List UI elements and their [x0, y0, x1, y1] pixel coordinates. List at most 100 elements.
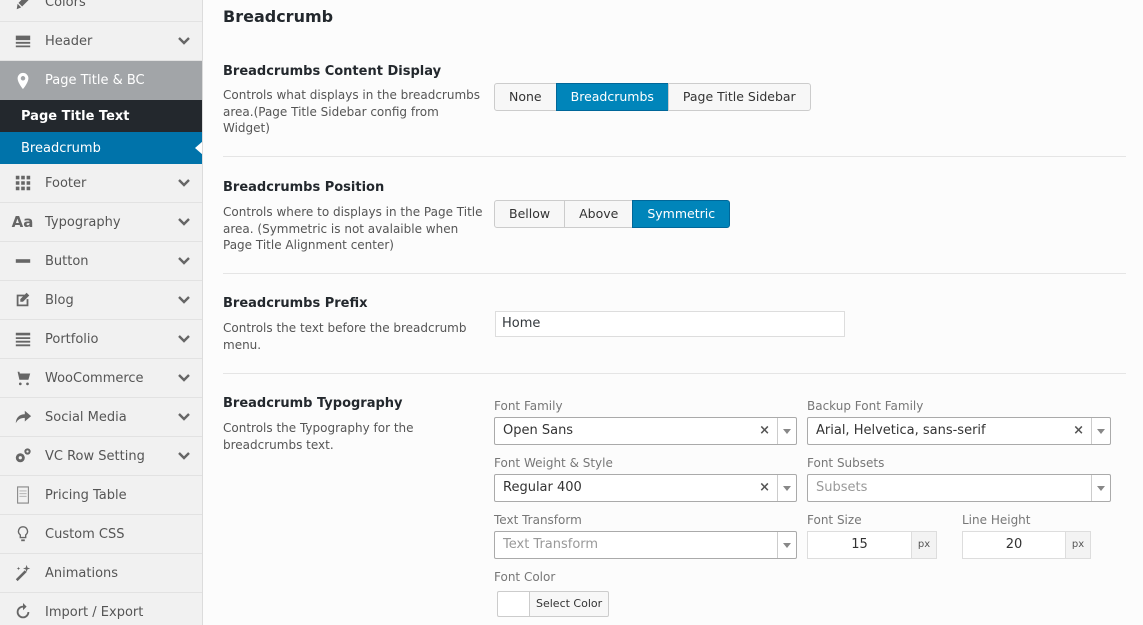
chevron-down-icon — [166, 449, 202, 463]
font-subsets-label: Font Subsets — [807, 456, 885, 470]
sidebar-item-colors[interactable]: Colors — [0, 0, 202, 22]
header-icon — [0, 32, 45, 50]
option-page-title-sidebar[interactable]: Page Title Sidebar — [667, 83, 811, 111]
sidebar-item-social-media[interactable]: Social Media — [0, 398, 202, 437]
sidebar-item-button[interactable]: Button — [0, 242, 202, 281]
option-breadcrumbs[interactable]: Breadcrumbs — [555, 83, 669, 111]
sidebar-item-portfolio[interactable]: Portfolio — [0, 320, 202, 359]
chevron-down-icon — [166, 176, 202, 190]
sidebar-item-label: Social Media — [45, 409, 127, 425]
section-prefix: Breadcrumbs Prefix Controls the text bef… — [223, 274, 1126, 374]
font-size-input[interactable]: 15 px — [807, 531, 937, 559]
chevron-down-icon — [166, 410, 202, 424]
share-icon — [0, 408, 45, 426]
font-color-label: Font Color — [494, 570, 556, 584]
line-height-value: 20 — [1005, 537, 1023, 552]
sidebar-item-import-export[interactable]: Import / Export — [0, 593, 202, 625]
dropdown-arrow-icon — [777, 418, 796, 444]
sidebar-item-blog[interactable]: Blog — [0, 281, 202, 320]
backup-font-value: Arial, Helvetica, sans-serif — [816, 423, 986, 438]
edit-icon — [0, 291, 45, 309]
sidebar-subitem-label: Breadcrumb — [21, 140, 101, 156]
sidebar-item-label: Typography — [45, 214, 121, 230]
font-weight-label: Font Weight & Style — [494, 456, 613, 470]
text-transform-select[interactable]: Text Transform — [494, 531, 797, 559]
sidebar-item-footer[interactable]: Footer — [0, 164, 202, 203]
sidebar-item-label: Colors — [45, 0, 86, 10]
sidebar-subitem-page-title-text[interactable]: Page Title Text — [0, 100, 202, 132]
sidebar-item-label: VC Row Setting — [45, 448, 145, 464]
section-description: Controls the Typography for the breadcru… — [223, 421, 414, 452]
font-family-label: Font Family — [494, 399, 563, 413]
position-button-group: Bellow Above Symmetric — [494, 200, 731, 228]
sidebar-item-label: Pricing Table — [45, 487, 127, 503]
sidebar-item-label: Portfolio — [45, 331, 99, 347]
page-title: Breadcrumb — [223, 7, 334, 26]
font-size-value: 15 — [851, 537, 868, 552]
sidebar: Colors Header Page Title & BC Page Title… — [0, 0, 203, 625]
option-above[interactable]: Above — [564, 200, 634, 228]
line-height-label: Line Height — [962, 513, 1031, 527]
text-transform-placeholder: Text Transform — [503, 537, 599, 552]
dropdown-arrow-icon — [777, 532, 796, 558]
sidebar-item-label: Import / Export — [45, 604, 144, 620]
option-none[interactable]: None — [494, 83, 557, 111]
gears-icon — [0, 447, 45, 465]
cart-icon — [0, 369, 45, 387]
prefix-input[interactable]: Home — [495, 311, 845, 337]
sidebar-item-label: Header — [45, 33, 93, 49]
chevron-down-icon — [166, 254, 202, 268]
option-symmetric[interactable]: Symmetric — [632, 200, 731, 228]
sidebar-item-animations[interactable]: Animations — [0, 554, 202, 593]
font-color-picker[interactable]: Select Color — [497, 591, 610, 617]
section-description: Controls what displays in the breadcrumb… — [223, 88, 481, 135]
section-title: Breadcrumbs Prefix — [223, 296, 368, 311]
dropdown-arrow-icon — [1091, 475, 1110, 501]
section-title: Breadcrumb Typography — [223, 396, 403, 411]
sidebar-item-woocommerce[interactable]: WooCommerce — [0, 359, 202, 398]
font-weight-select[interactable]: Regular 400 × — [494, 474, 797, 502]
font-family-value: Open Sans — [503, 423, 574, 438]
clear-icon[interactable]: × — [1073, 418, 1084, 444]
section-position: Breadcrumbs Position Controls where to d… — [223, 157, 1126, 274]
chevron-down-icon — [166, 34, 202, 48]
refresh-icon — [0, 603, 45, 621]
font-family-select[interactable]: Open Sans × — [494, 417, 797, 445]
sidebar-item-label: Animations — [45, 565, 119, 581]
section-description: Controls where to displays in the Page T… — [223, 205, 483, 252]
section-title: Breadcrumbs Content Display — [223, 64, 442, 79]
location-pin-icon — [0, 72, 45, 90]
sidebar-item-typography[interactable]: Aa Typography — [0, 203, 202, 242]
option-bellow[interactable]: Bellow — [494, 200, 566, 228]
brush-icon — [0, 0, 45, 11]
sidebar-item-pricing-table[interactable]: Pricing Table — [0, 476, 202, 515]
clear-icon[interactable]: × — [759, 475, 770, 501]
chevron-down-icon — [166, 371, 202, 385]
sidebar-item-page-title-bc[interactable]: Page Title & BC — [0, 61, 202, 100]
color-swatch — [498, 592, 530, 616]
section-description: Controls the text before the breadcrumb … — [223, 321, 467, 352]
sidebar-item-vc-row-setting[interactable]: VC Row Setting — [0, 437, 202, 476]
chevron-down-icon — [166, 215, 202, 229]
font-size-unit: px — [911, 532, 936, 558]
sidebar-item-header[interactable]: Header — [0, 22, 202, 61]
backup-font-select[interactable]: Arial, Helvetica, sans-serif × — [807, 417, 1111, 445]
lightbulb-icon — [0, 525, 45, 543]
sidebar-item-label: Page Title & BC — [45, 73, 145, 88]
font-weight-value: Regular 400 — [503, 480, 582, 495]
font-subsets-select[interactable]: Subsets — [807, 474, 1111, 502]
document-icon — [0, 486, 45, 504]
chevron-down-icon — [166, 332, 202, 346]
line-height-unit: px — [1065, 532, 1090, 558]
clear-icon[interactable]: × — [759, 418, 770, 444]
grid-icon — [0, 174, 45, 192]
minus-icon — [0, 252, 45, 270]
select-color-button[interactable]: Select Color — [530, 592, 608, 616]
section-typography: Breadcrumb Typography Controls the Typog… — [223, 374, 1126, 625]
sidebar-subitem-label: Page Title Text — [21, 108, 130, 124]
sidebar-item-custom-css[interactable]: Custom CSS — [0, 515, 202, 554]
sidebar-subitem-breadcrumb[interactable]: Breadcrumb — [0, 132, 202, 164]
line-height-input[interactable]: 20 px — [962, 531, 1091, 559]
magic-wand-icon — [0, 564, 45, 582]
sidebar-item-label: Custom CSS — [45, 526, 125, 542]
